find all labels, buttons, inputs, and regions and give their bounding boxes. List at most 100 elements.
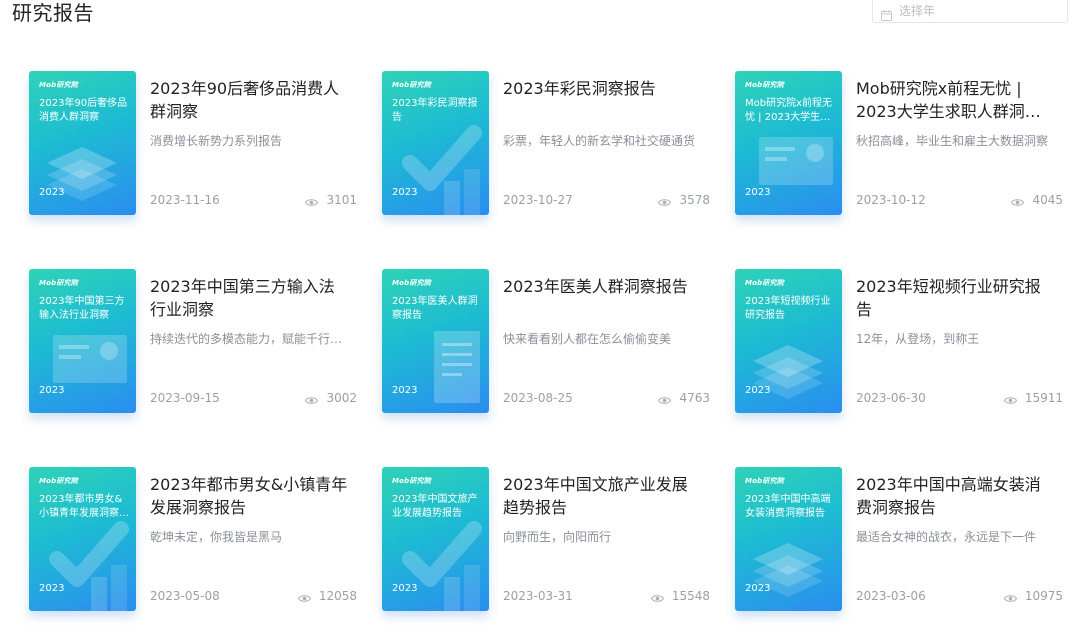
- report-title[interactable]: 2023年中国第三方输入法行业洞察: [150, 275, 350, 321]
- report-description: 秋招高峰，毕业生和雇主大数据洞察: [856, 134, 1049, 148]
- eye-icon: [658, 196, 672, 206]
- report-title[interactable]: Mob研究院x前程无忧 | 2023大学生求职人群洞察报告: [856, 77, 1056, 123]
- report-views: 15911: [1003, 391, 1063, 405]
- report-date: 2023-03-31: [503, 589, 573, 603]
- report-views: 3101: [305, 193, 357, 207]
- report-title[interactable]: 2023年中国文旅产业发展趋势报告: [503, 473, 703, 519]
- report-title[interactable]: 2023年中国中高端女装消费洞察报告: [856, 473, 1056, 519]
- report-view-count: 4763: [679, 391, 710, 405]
- report-title[interactable]: 2023年彩民洞察报告: [503, 77, 703, 100]
- report-cover[interactable]: Mob研究院 2023年90后奢侈品消费人群洞察 2023: [29, 71, 136, 215]
- report-description: 彩票，年轻人的新玄学和社交硬通货: [503, 134, 696, 148]
- report-card[interactable]: Mob研究院 2023年短视频行业研究报告 2023 2023年短视频行业研究报…: [735, 269, 1065, 429]
- mob-logo: Mob研究院: [745, 279, 784, 287]
- report-date: 2023-03-06: [856, 589, 926, 603]
- report-grid: Mob研究院 2023年90后奢侈品消费人群洞察 2023 2023年90后奢侈…: [0, 0, 1080, 634]
- report-card[interactable]: Mob研究院 2023年都市男女&小镇青年发展洞察报告 2023 2023年都市…: [29, 467, 359, 627]
- mob-logo: Mob研究院: [745, 477, 784, 485]
- report-date: 2023-09-15: [150, 391, 220, 405]
- report-cover-year: 2023: [392, 385, 418, 396]
- report-date: 2023-05-08: [150, 589, 220, 603]
- eye-icon: [297, 592, 311, 602]
- eye-icon: [1011, 196, 1025, 206]
- report-card[interactable]: Mob研究院 2023年中国第三方输入法行业洞察 2023 2023年中国第三方…: [29, 269, 359, 429]
- report-cover-year: 2023: [392, 583, 418, 594]
- report-cover-title: 2023年都市男女&小镇青年发展洞察报告: [39, 494, 129, 519]
- report-views: 3578: [658, 193, 710, 207]
- report-cover[interactable]: Mob研究院 2023年彩民洞察报告 2023: [382, 71, 489, 215]
- report-description: 12年，从登场，到称王: [856, 332, 980, 346]
- report-cover-title: 2023年中国文旅产业发展趋势报告: [392, 494, 478, 519]
- report-cover-year: 2023: [745, 187, 771, 198]
- report-view-count: 12058: [318, 589, 357, 603]
- mob-logo: Mob研究院: [745, 81, 784, 89]
- report-card[interactable]: Mob研究院 2023年彩民洞察报告 2023 2023年彩民洞察报告 彩票，年…: [382, 71, 712, 231]
- report-date: 2023-10-12: [856, 193, 926, 207]
- report-views: 4763: [658, 391, 710, 405]
- report-cover[interactable]: Mob研究院 2023年短视频行业研究报告 2023: [735, 269, 842, 413]
- report-views: 4045: [1011, 193, 1063, 207]
- mob-logo: Mob研究院: [392, 81, 431, 89]
- report-cover[interactable]: Mob研究院 Mob研究院x前程无忧 | 2023大学生求职人群洞察报告 202…: [735, 71, 842, 215]
- report-views: 12058: [297, 589, 357, 603]
- report-description: 快来看看别人都在怎么偷偷变美: [503, 332, 672, 346]
- report-views: 3002: [305, 391, 357, 405]
- eye-icon: [1003, 394, 1017, 404]
- report-card[interactable]: Mob研究院 2023年医美人群洞察报告 2023 2023年医美人群洞察报告 …: [382, 269, 712, 429]
- report-view-count: 3002: [326, 391, 357, 405]
- mob-logo: Mob研究院: [39, 81, 78, 89]
- report-view-count: 15911: [1024, 391, 1063, 405]
- mob-logo: Mob研究院: [39, 279, 78, 287]
- report-view-count: 15548: [671, 589, 710, 603]
- report-view-count: 4045: [1032, 193, 1063, 207]
- report-description: 消费增长新势力系列报告: [150, 134, 283, 148]
- mob-logo: Mob研究院: [39, 477, 78, 485]
- report-cover-year: 2023: [39, 187, 65, 198]
- report-view-count: 3101: [326, 193, 357, 207]
- mob-logo: Mob研究院: [392, 279, 431, 287]
- report-cover-title: 2023年医美人群洞察报告: [392, 296, 478, 321]
- eye-icon: [1003, 592, 1017, 602]
- report-cover-year: 2023: [745, 385, 771, 396]
- report-description: 持续迭代的多模态能力，赋能千行百业: [150, 332, 350, 346]
- report-cover-title: 2023年90后奢侈品消费人群洞察: [39, 98, 128, 123]
- report-card[interactable]: Mob研究院 Mob研究院x前程无忧 | 2023大学生求职人群洞察报告 202…: [735, 71, 1065, 231]
- report-date: 2023-08-25: [503, 391, 573, 405]
- report-date: 2023-06-30: [856, 391, 926, 405]
- report-cover[interactable]: Mob研究院 2023年中国文旅产业发展趋势报告 2023: [382, 467, 489, 611]
- report-cover-year: 2023: [392, 187, 418, 198]
- report-cover-title: 2023年中国中高端女装消费洞察报告: [745, 494, 831, 519]
- report-cover-title: 2023年中国第三方输入法行业洞察: [39, 296, 125, 321]
- mob-logo: Mob研究院: [392, 477, 431, 485]
- report-description: 向野而生，向阳而行: [503, 530, 612, 544]
- report-cover[interactable]: Mob研究院 2023年都市男女&小镇青年发展洞察报告 2023: [29, 467, 136, 611]
- report-card[interactable]: Mob研究院 2023年中国文旅产业发展趋势报告 2023 2023年中国文旅产…: [382, 467, 712, 627]
- report-cover[interactable]: Mob研究院 2023年医美人群洞察报告 2023: [382, 269, 489, 413]
- eye-icon: [658, 394, 672, 404]
- report-cover-year: 2023: [745, 583, 771, 594]
- report-title[interactable]: 2023年90后奢侈品消费人群洞察: [150, 77, 350, 123]
- report-cover-title: Mob研究院x前程无忧 | 2023大学生求职人群洞察报告: [745, 98, 833, 123]
- report-cover[interactable]: Mob研究院 2023年中国第三方输入法行业洞察 2023: [29, 269, 136, 413]
- report-cover-title: 2023年彩民洞察报告: [392, 98, 478, 123]
- report-date: 2023-11-16: [150, 193, 220, 207]
- report-views: 15548: [650, 589, 710, 603]
- report-title[interactable]: 2023年医美人群洞察报告: [503, 275, 703, 298]
- report-title[interactable]: 2023年都市男女&小镇青年发展洞察报告: [150, 473, 350, 519]
- report-date: 2023-10-27: [503, 193, 573, 207]
- report-cover-year: 2023: [39, 583, 65, 594]
- report-card[interactable]: Mob研究院 2023年90后奢侈品消费人群洞察 2023 2023年90后奢侈…: [29, 71, 359, 231]
- report-cover-title: 2023年短视频行业研究报告: [745, 296, 831, 321]
- report-title[interactable]: 2023年短视频行业研究报告: [856, 275, 1056, 321]
- report-cover-year: 2023: [39, 385, 65, 396]
- eye-icon: [305, 196, 319, 206]
- report-view-count: 10975: [1024, 589, 1063, 603]
- eye-icon: [305, 394, 319, 404]
- report-views: 10975: [1003, 589, 1063, 603]
- eye-icon: [650, 592, 664, 602]
- report-description: 乾坤未定，你我皆是黑马: [150, 530, 283, 544]
- report-cover[interactable]: Mob研究院 2023年中国中高端女装消费洞察报告 2023: [735, 467, 842, 611]
- report-view-count: 3578: [679, 193, 710, 207]
- report-card[interactable]: Mob研究院 2023年中国中高端女装消费洞察报告 2023 2023年中国中高…: [735, 467, 1065, 627]
- report-description: 最适合女神的战衣，永远是下一件: [856, 530, 1037, 544]
